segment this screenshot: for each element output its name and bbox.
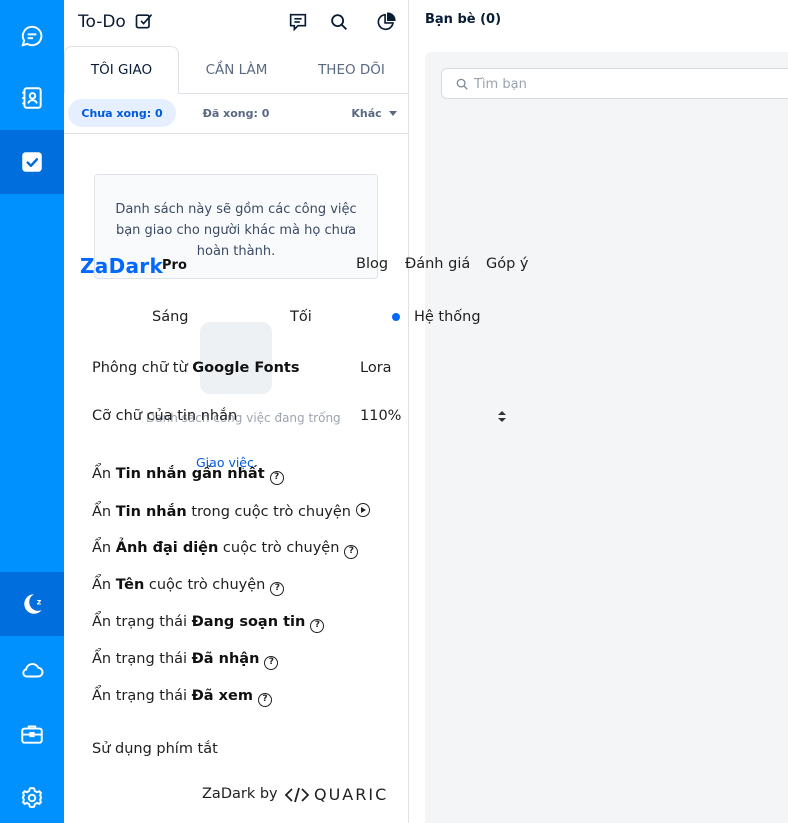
nav-feedback-link[interactable]: Góp ý xyxy=(486,256,529,272)
option-strong: Tên xyxy=(115,577,145,593)
help-icon[interactable]: ? xyxy=(270,582,285,596)
font-source-label: Phông chữ từ Google Fonts xyxy=(92,360,300,376)
option-hide-seen[interactable]: Ẩn trạng thái Đã xem? xyxy=(92,688,272,707)
code-icon xyxy=(284,787,310,803)
tab-following[interactable]: THEO DÕI xyxy=(294,46,409,94)
app-window: z To-Do TÔI GIAO CẦN LÀM THEO DÕI Chưa x… xyxy=(0,0,788,823)
status-filters: Chưa xong: 0 Đã xong: 0 Khác xyxy=(64,94,409,134)
select-updown-icon[interactable] xyxy=(498,411,506,423)
option-strong: Tin nhắn xyxy=(115,504,187,520)
nav-review-link[interactable]: Đánh giá xyxy=(405,256,470,272)
zadark-icon[interactable]: z xyxy=(0,572,64,636)
option-prefix: Ẩn trạng thái xyxy=(92,651,192,667)
briefcase-icon[interactable] xyxy=(0,702,64,766)
help-icon[interactable]: ? xyxy=(310,619,325,633)
option-suffix: trong cuộc trò chuyện xyxy=(186,504,351,520)
option-prefix: Ẩn trạng thái xyxy=(92,614,192,630)
option-prefix: Ẩn xyxy=(92,466,116,482)
help-icon[interactable]: ? xyxy=(269,471,284,485)
nav-rail: z xyxy=(0,0,64,823)
option-strong: Đang soạn tin xyxy=(191,614,306,630)
option-hide-messages[interactable]: Ẩn Tin nhắn trong cuộc trò chuyện xyxy=(92,503,370,520)
play-icon[interactable] xyxy=(356,503,370,517)
chart-icon[interactable] xyxy=(375,11,397,33)
option-hide-typing[interactable]: Ẩn trạng thái Đang soạn tin? xyxy=(92,614,325,633)
option-prefix: Ẩn xyxy=(92,540,116,556)
pro-badge: Pro xyxy=(162,258,187,273)
option-strong: Tin nhắn gần nhất xyxy=(115,466,265,482)
nav-blog-link[interactable]: Blog xyxy=(356,256,388,272)
theme-light-option[interactable]: Sáng xyxy=(152,309,188,325)
caret-down-icon xyxy=(388,110,397,116)
help-icon[interactable]: ? xyxy=(344,545,359,559)
filter-other-label: Khác xyxy=(351,106,382,120)
todo-icon[interactable] xyxy=(0,130,64,194)
todo-title: To-Do xyxy=(78,12,126,32)
option-prefix: Ẩn xyxy=(92,504,116,520)
option-strong: Đã nhận xyxy=(191,651,260,667)
option-hide-delivered[interactable]: Ẩn trạng thái Đã nhận? xyxy=(92,651,279,670)
filter-other[interactable]: Khác xyxy=(346,99,402,127)
notes-icon[interactable] xyxy=(287,11,309,33)
filter-finished[interactable]: Đã xong: 0 xyxy=(192,99,280,127)
search-icon[interactable] xyxy=(328,11,350,33)
contacts-icon[interactable] xyxy=(0,66,64,130)
todo-header: To-Do xyxy=(64,0,409,44)
option-prefix: Ẩn trạng thái xyxy=(92,688,192,704)
option-strong: Ảnh đại diện xyxy=(115,540,219,556)
empty-todo-icon xyxy=(200,322,272,394)
option-strong: Đã xem xyxy=(191,688,253,704)
option-prefix: Ẩn xyxy=(92,577,116,593)
message-size-select[interactable]: 110% xyxy=(360,408,401,424)
theme-dark-option[interactable]: Tối xyxy=(290,309,312,325)
option-suffix: cuộc trò chuyện xyxy=(218,540,340,556)
search-placeholder: Tìm bạn xyxy=(474,77,527,92)
svg-text:z: z xyxy=(37,597,42,606)
quaric-logo[interactable]: QUARIC xyxy=(314,785,388,804)
zadark-logo: ZaDark xyxy=(80,254,164,278)
cloud-icon[interactable] xyxy=(0,638,64,702)
font-select[interactable]: Lora xyxy=(360,360,392,376)
tab-todo[interactable]: CẦN LÀM xyxy=(179,46,294,94)
message-size-label: Cỡ chữ của tin nhắn xyxy=(92,408,238,424)
search-icon xyxy=(456,78,468,90)
chat-icon[interactable] xyxy=(0,4,64,68)
settings-icon[interactable] xyxy=(0,766,64,823)
edit-icon[interactable] xyxy=(134,11,154,31)
filter-unfinished[interactable]: Chưa xong: 0 xyxy=(68,99,176,127)
friends-title: Bạn bè (0) xyxy=(425,12,502,27)
option-hide-names[interactable]: Ẩn Tên cuộc trò chuyện? xyxy=(92,577,285,596)
font-label-strong: Google Fonts xyxy=(192,360,300,376)
tab-assigned[interactable]: TÔI GIAO xyxy=(64,46,179,94)
friend-search-input[interactable]: Tìm bạn xyxy=(441,68,788,99)
friends-panel xyxy=(425,52,788,823)
option-suffix: cuộc trò chuyện xyxy=(144,577,266,593)
use-shortcuts-option[interactable]: Sử dụng phím tắt xyxy=(92,741,218,757)
todo-tabs: TÔI GIAO CẦN LÀM THEO DÕI xyxy=(64,46,409,94)
help-icon[interactable]: ? xyxy=(257,693,272,707)
footer-by: ZaDark by xyxy=(202,786,278,802)
help-icon[interactable]: ? xyxy=(264,656,279,670)
font-label-prefix: Phông chữ từ xyxy=(92,360,193,376)
selected-theme-dot xyxy=(392,313,400,321)
theme-system-option[interactable]: Hệ thống xyxy=(414,309,481,325)
option-hide-avatars[interactable]: Ẩn Ảnh đại diện cuộc trò chuyện? xyxy=(92,540,359,559)
option-hide-recent-messages[interactable]: Ẩn Tin nhắn gần nhất? xyxy=(92,466,284,485)
